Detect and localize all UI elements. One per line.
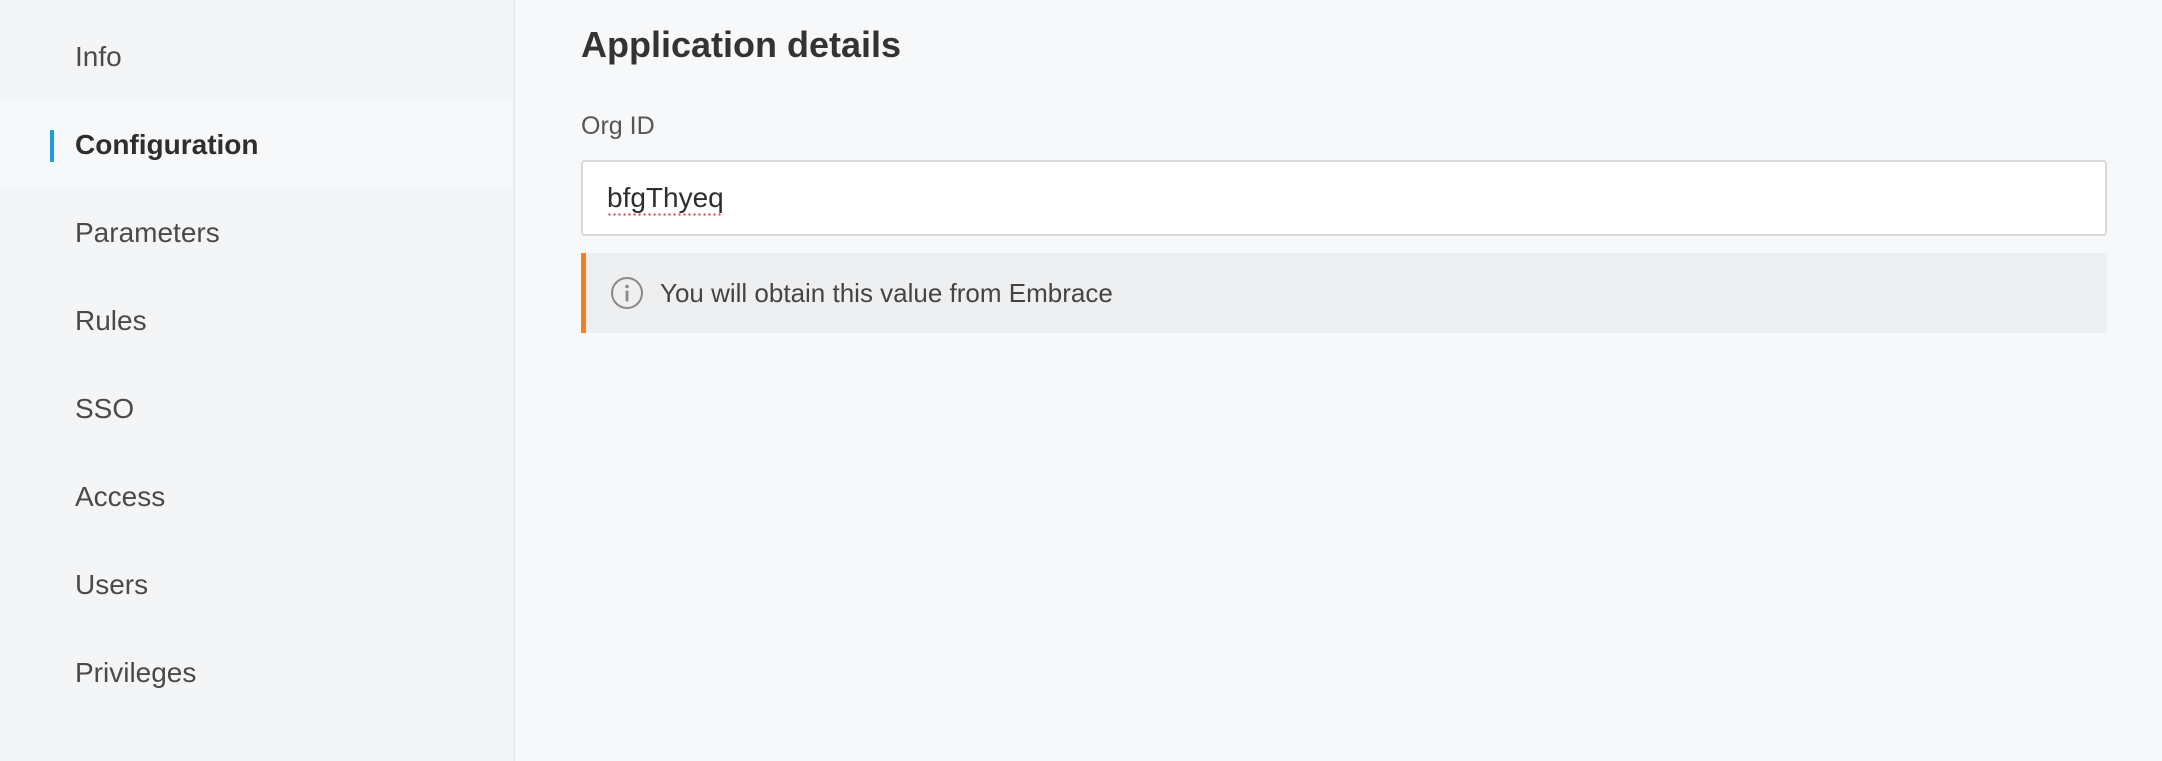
sidebar-item-label: Configuration	[75, 129, 259, 160]
main-content: Application details Org ID You will obta…	[515, 0, 2162, 761]
spellcheck-underline	[607, 213, 723, 216]
sidebar-item-label: Parameters	[75, 217, 220, 248]
sidebar-item-info[interactable]: Info	[0, 13, 513, 101]
active-indicator	[50, 130, 54, 162]
org-id-input[interactable]	[581, 160, 2107, 236]
sidebar-nav: Info Configuration Parameters Rules SSO …	[0, 0, 515, 761]
org-id-label: Org ID	[581, 112, 655, 140]
sidebar-item-sso[interactable]: SSO	[0, 365, 513, 453]
info-notice-text: You will obtain this value from Embrace	[660, 277, 1113, 308]
sidebar-item-label: Info	[75, 41, 122, 72]
info-icon	[611, 277, 643, 309]
info-notice: You will obtain this value from Embrace	[581, 253, 2107, 333]
app-window: Info Configuration Parameters Rules SSO …	[0, 0, 2162, 761]
sidebar-item-users[interactable]: Users	[0, 541, 513, 629]
sidebar-item-label: SSO	[75, 393, 135, 424]
sidebar-item-rules[interactable]: Rules	[0, 277, 513, 365]
sidebar-item-parameters[interactable]: Parameters	[0, 189, 513, 277]
sidebar-item-privileges[interactable]: Privileges	[0, 629, 513, 717]
sidebar-item-configuration[interactable]: Configuration	[0, 101, 513, 189]
sidebar-item-label: Privileges	[75, 657, 197, 688]
sidebar-item-label: Rules	[75, 305, 147, 336]
sidebar-item-label: Access	[75, 481, 166, 512]
sidebar-item-access[interactable]: Access	[0, 453, 513, 541]
sidebar-item-label: Users	[75, 569, 149, 600]
section-title: Application details	[581, 24, 902, 65]
